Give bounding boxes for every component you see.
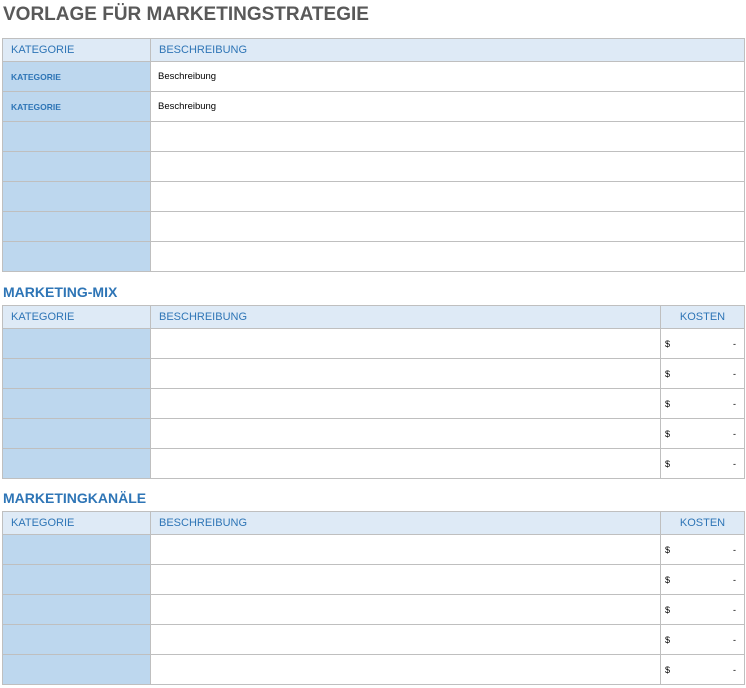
currency-symbol: $ bbox=[665, 634, 671, 645]
table-row: KATEGORIE Beschreibung bbox=[2, 61, 745, 92]
table-row bbox=[2, 121, 745, 152]
cost-value: - bbox=[733, 544, 736, 555]
category-cell[interactable] bbox=[2, 211, 151, 242]
description-cell[interactable] bbox=[150, 181, 745, 212]
table-row bbox=[2, 211, 745, 242]
table-row: $ - bbox=[2, 594, 745, 625]
cost-cell[interactable]: $ - bbox=[660, 388, 745, 419]
category-cell[interactable]: KATEGORIE bbox=[2, 61, 151, 92]
cost-value: - bbox=[733, 574, 736, 585]
table-row: $ - bbox=[2, 624, 745, 655]
description-cell[interactable]: Beschreibung bbox=[150, 91, 745, 122]
marketing-channels-table: KATEGORIE BESCHREIBUNG KOSTEN $ - $ - $ bbox=[2, 511, 745, 685]
currency-symbol: $ bbox=[665, 398, 671, 409]
category-cell[interactable] bbox=[2, 328, 151, 359]
category-cell[interactable]: KATEGORIE bbox=[2, 91, 151, 122]
page-title: VORLAGE FÜR MARKETINGSTRATEGIE bbox=[3, 4, 369, 25]
cost-cell[interactable]: $ - bbox=[660, 594, 745, 625]
category-cell[interactable] bbox=[2, 534, 151, 565]
table-row: $ - bbox=[2, 534, 745, 565]
description-cell[interactable] bbox=[150, 121, 745, 152]
cost-value: - bbox=[733, 634, 736, 645]
cost-value: - bbox=[733, 428, 736, 439]
table-row: KATEGORIE Beschreibung bbox=[2, 91, 745, 122]
table-row: $ - bbox=[2, 388, 745, 419]
category-header: KATEGORIE bbox=[2, 38, 151, 62]
description-cell[interactable] bbox=[150, 594, 661, 625]
description-cell[interactable] bbox=[150, 418, 661, 449]
table-row: $ - bbox=[2, 564, 745, 595]
category-cell[interactable] bbox=[2, 448, 151, 479]
cost-value: - bbox=[733, 664, 736, 675]
cost-cell[interactable]: $ - bbox=[660, 448, 745, 479]
category-cell[interactable] bbox=[2, 418, 151, 449]
description-header: BESCHREIBUNG bbox=[150, 38, 745, 62]
description-cell[interactable] bbox=[150, 564, 661, 595]
cost-header: KOSTEN bbox=[660, 511, 745, 535]
category-cell[interactable] bbox=[2, 654, 151, 685]
table-row: $ - bbox=[2, 328, 745, 359]
cost-cell[interactable]: $ - bbox=[660, 328, 745, 359]
marketing-mix-header-row: KATEGORIE BESCHREIBUNG KOSTEN bbox=[2, 305, 745, 329]
currency-symbol: $ bbox=[665, 574, 671, 585]
category-cell[interactable] bbox=[2, 624, 151, 655]
table-row: $ - bbox=[2, 448, 745, 479]
category-cell[interactable] bbox=[2, 181, 151, 212]
table-row bbox=[2, 181, 745, 212]
category-cell[interactable] bbox=[2, 388, 151, 419]
marketing-channels-header-row: KATEGORIE BESCHREIBUNG KOSTEN bbox=[2, 511, 745, 535]
description-cell[interactable] bbox=[150, 624, 661, 655]
cost-value: - bbox=[733, 398, 736, 409]
description-cell[interactable]: Beschreibung bbox=[150, 61, 745, 92]
currency-symbol: $ bbox=[665, 458, 671, 469]
cost-value: - bbox=[733, 458, 736, 469]
description-cell[interactable] bbox=[150, 241, 745, 272]
strategy-table: KATEGORIE BESCHREIBUNG KATEGORIE Beschre… bbox=[2, 38, 745, 272]
table-row: $ - bbox=[2, 418, 745, 449]
table-row: $ - bbox=[2, 358, 745, 389]
marketing-channels-title: MARKETINGKANÄLE bbox=[3, 490, 147, 506]
description-cell[interactable] bbox=[150, 358, 661, 389]
marketing-mix-title: MARKETING-MIX bbox=[3, 284, 118, 300]
cost-cell[interactable]: $ - bbox=[660, 358, 745, 389]
category-cell[interactable] bbox=[2, 121, 151, 152]
category-header: KATEGORIE bbox=[2, 511, 151, 535]
description-cell[interactable] bbox=[150, 211, 745, 242]
marketing-mix-table: KATEGORIE BESCHREIBUNG KOSTEN $ - $ - $ bbox=[2, 305, 745, 479]
description-header: BESCHREIBUNG bbox=[150, 511, 661, 535]
marketing-strategy-template: VORLAGE FÜR MARKETINGSTRATEGIE KATEGORIE… bbox=[0, 0, 746, 688]
description-header: BESCHREIBUNG bbox=[150, 305, 661, 329]
description-cell[interactable] bbox=[150, 151, 745, 182]
strategy-header-row: KATEGORIE BESCHREIBUNG bbox=[2, 38, 745, 62]
currency-symbol: $ bbox=[665, 368, 671, 379]
category-cell[interactable] bbox=[2, 564, 151, 595]
category-cell[interactable] bbox=[2, 151, 151, 182]
category-header: KATEGORIE bbox=[2, 305, 151, 329]
description-cell[interactable] bbox=[150, 328, 661, 359]
currency-symbol: $ bbox=[665, 604, 671, 615]
cost-value: - bbox=[733, 368, 736, 379]
table-row: $ - bbox=[2, 654, 745, 685]
description-cell[interactable] bbox=[150, 388, 661, 419]
cost-cell[interactable]: $ - bbox=[660, 564, 745, 595]
cost-cell[interactable]: $ - bbox=[660, 418, 745, 449]
cost-cell[interactable]: $ - bbox=[660, 654, 745, 685]
category-cell[interactable] bbox=[2, 594, 151, 625]
table-row bbox=[2, 151, 745, 182]
currency-symbol: $ bbox=[665, 544, 671, 555]
cost-header: KOSTEN bbox=[660, 305, 745, 329]
cost-cell[interactable]: $ - bbox=[660, 534, 745, 565]
cost-value: - bbox=[733, 604, 736, 615]
currency-symbol: $ bbox=[665, 338, 671, 349]
category-cell[interactable] bbox=[2, 241, 151, 272]
cost-value: - bbox=[733, 338, 736, 349]
description-cell[interactable] bbox=[150, 654, 661, 685]
category-cell[interactable] bbox=[2, 358, 151, 389]
currency-symbol: $ bbox=[665, 428, 671, 439]
table-row bbox=[2, 241, 745, 272]
currency-symbol: $ bbox=[665, 664, 671, 675]
description-cell[interactable] bbox=[150, 534, 661, 565]
cost-cell[interactable]: $ - bbox=[660, 624, 745, 655]
description-cell[interactable] bbox=[150, 448, 661, 479]
